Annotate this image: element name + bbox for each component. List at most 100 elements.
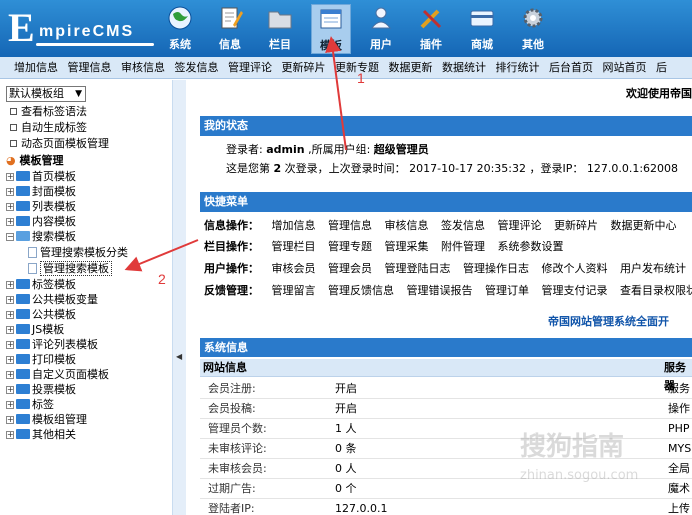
quick-link[interactable]: 管理采集	[385, 240, 429, 253]
submenu-sign-info[interactable]: 签发信息	[172, 57, 222, 78]
quick-link[interactable]: 数据更新中心	[611, 219, 677, 232]
quick-row-label: 用户操作：	[204, 262, 259, 275]
tree-item-public-template[interactable]: + 公共模板	[6, 307, 76, 322]
sysinfo-key: 未审核会员:	[208, 462, 267, 475]
submenu-add-info[interactable]: 增加信息	[0, 57, 61, 78]
nav-system[interactable]: 系统	[160, 4, 200, 54]
expand-icon: +	[6, 400, 14, 409]
visit-count: 2	[273, 162, 282, 175]
tree-item-cover-template[interactable]: + 封面模板	[6, 184, 76, 199]
tree-item-manage-search-template[interactable]: 管理搜索模板	[28, 261, 112, 276]
nav-column[interactable]: 栏目	[260, 4, 300, 54]
tree-item-label: 自定义页面模板	[32, 368, 109, 381]
document-edit-icon	[221, 7, 243, 29]
submenu-admin-home[interactable]: 后台首页	[546, 57, 596, 78]
quick-link[interactable]: 管理留言	[272, 284, 316, 297]
quick-link[interactable]: 系统参数设置	[498, 240, 564, 253]
folder-icon	[16, 294, 30, 304]
visit-prefix: 这是您第	[226, 162, 270, 175]
quick-link[interactable]: 查看目录权限状	[620, 284, 692, 297]
expand-icon: +	[6, 385, 14, 394]
expand-icon: +	[6, 430, 14, 439]
tree-item-label: 模板组管理	[32, 413, 87, 426]
quick-link[interactable]: 增加信息	[272, 219, 316, 232]
server-info-key: PHP	[668, 422, 690, 435]
nav-template[interactable]: 模板	[311, 4, 351, 54]
submenu-data-update[interactable]: 数据更新	[386, 57, 436, 78]
nav-plugin[interactable]: 插件	[411, 4, 451, 54]
announcement-banner[interactable]: 帝国网站管理系统全面开	[548, 313, 669, 329]
quick-link[interactable]: 更新碎片	[554, 219, 598, 232]
submenu-data-stats[interactable]: 数据统计	[439, 57, 489, 78]
empirecms-logo[interactable]: E mpireCMS	[6, 6, 156, 50]
tree-item-label: 评论列表模板	[32, 338, 98, 351]
tree-item-other[interactable]: + 其他相关	[6, 427, 76, 442]
quick-link[interactable]: 签发信息	[441, 219, 485, 232]
submenu-update-fragment[interactable]: 更新碎片	[279, 57, 329, 78]
quick-link[interactable]: 用户发布统计	[620, 262, 686, 275]
tree-item-template-group[interactable]: + 模板组管理	[6, 412, 87, 427]
template-group-select[interactable]: 默认模板组 ▼	[6, 86, 86, 102]
link-auto-generate-tag[interactable]: 自动生成标签	[10, 120, 87, 135]
tree-item-vote-template[interactable]: + 投票模板	[6, 382, 76, 397]
sysinfo-key: 会员注册:	[208, 382, 256, 395]
quick-link[interactable]: 附件管理	[441, 240, 485, 253]
sidebar-splitter[interactable]: ◀	[172, 80, 186, 515]
sub-menu-bar: 增加信息 管理信息 审核信息 签发信息 管理评论 更新碎片 更新专题 数据更新 …	[0, 57, 692, 79]
quick-link[interactable]: 管理栏目	[272, 240, 316, 253]
sysinfo-value: 开启	[335, 382, 357, 395]
nav-other[interactable]: 其他	[513, 4, 553, 54]
tree-item-print-template[interactable]: + 打印模板	[6, 352, 76, 367]
submenu-site-home[interactable]: 网站首页	[600, 57, 650, 78]
tree-item-list-template[interactable]: + 列表模板	[6, 199, 76, 214]
link-label: 动态页面模板管理	[21, 137, 109, 150]
ip-label: ，登录IP：	[529, 162, 584, 175]
nav-user[interactable]: 用户	[361, 4, 401, 54]
collapse-sidebar-icon[interactable]: ◀	[176, 352, 182, 361]
tree-item-comment-list-template[interactable]: + 评论列表模板	[6, 337, 98, 352]
quick-link[interactable]: 管理评论	[498, 219, 542, 232]
submenu-rank-stats[interactable]: 排行统计	[493, 57, 543, 78]
submenu-manage-info[interactable]: 管理信息	[65, 57, 115, 78]
sysinfo-key: 过期广告:	[208, 482, 256, 495]
quick-link[interactable]: 修改个人资料	[542, 262, 608, 275]
tree-item-js-template[interactable]: + JS模板	[6, 322, 64, 337]
expand-icon: +	[6, 340, 14, 349]
quick-link[interactable]: 管理登陆日志	[385, 262, 451, 275]
user-icon	[370, 7, 392, 29]
link-dynamic-page-template[interactable]: 动态页面模板管理	[10, 136, 109, 151]
nav-info[interactable]: 信息	[210, 4, 250, 54]
top-header: E mpireCMS 系统 信息 栏目 模板 用户 插件 商城 其他	[0, 0, 692, 57]
folder-icon	[16, 399, 30, 409]
quick-link[interactable]: 管理反馈信息	[328, 284, 394, 297]
tree-item-custom-page-template[interactable]: + 自定义页面模板	[6, 367, 109, 382]
globe-icon	[168, 6, 192, 30]
site-info-column: 网站信息	[203, 361, 247, 374]
quick-link[interactable]: 管理会员	[328, 262, 372, 275]
tree-item-tag[interactable]: + 标签	[6, 397, 54, 412]
submenu-manage-comment[interactable]: 管理评论	[225, 57, 275, 78]
submenu-review-info[interactable]: 审核信息	[118, 57, 168, 78]
tree-item-manage-search-template-category[interactable]: 管理搜索模板分类	[28, 245, 128, 260]
tree-item-content-template[interactable]: + 内容模板	[6, 214, 76, 229]
quick-link[interactable]: 管理错误报告	[407, 284, 473, 297]
tree-item-tag-template[interactable]: + 标签模板	[6, 277, 76, 292]
tree-root-template-manage[interactable]: ◕ 模板管理	[6, 153, 63, 168]
nav-mall[interactable]: 商城	[462, 4, 502, 54]
tree-item-label: 公共模板变量	[32, 293, 98, 306]
quick-link[interactable]: 管理信息	[328, 219, 372, 232]
quick-link[interactable]: 管理订单	[485, 284, 529, 297]
quick-link[interactable]: 审核会员	[272, 262, 316, 275]
quick-link[interactable]: 管理专题	[328, 240, 372, 253]
quick-link[interactable]: 管理支付记录	[542, 284, 608, 297]
folder-icon	[16, 369, 30, 379]
submenu-more[interactable]: 后	[653, 57, 670, 78]
link-view-tag-syntax[interactable]: 查看标签语法	[10, 104, 87, 119]
server-info-key: MYS	[668, 442, 692, 455]
tree-item-public-variable[interactable]: + 公共模板变量	[6, 292, 98, 307]
tree-item-home-template[interactable]: + 首页模板	[6, 169, 76, 184]
tools-icon	[420, 9, 442, 29]
quick-link[interactable]: 管理操作日志	[463, 262, 529, 275]
quick-link[interactable]: 审核信息	[385, 219, 429, 232]
tree-item-search-template[interactable]: − 搜索模板	[6, 229, 76, 244]
